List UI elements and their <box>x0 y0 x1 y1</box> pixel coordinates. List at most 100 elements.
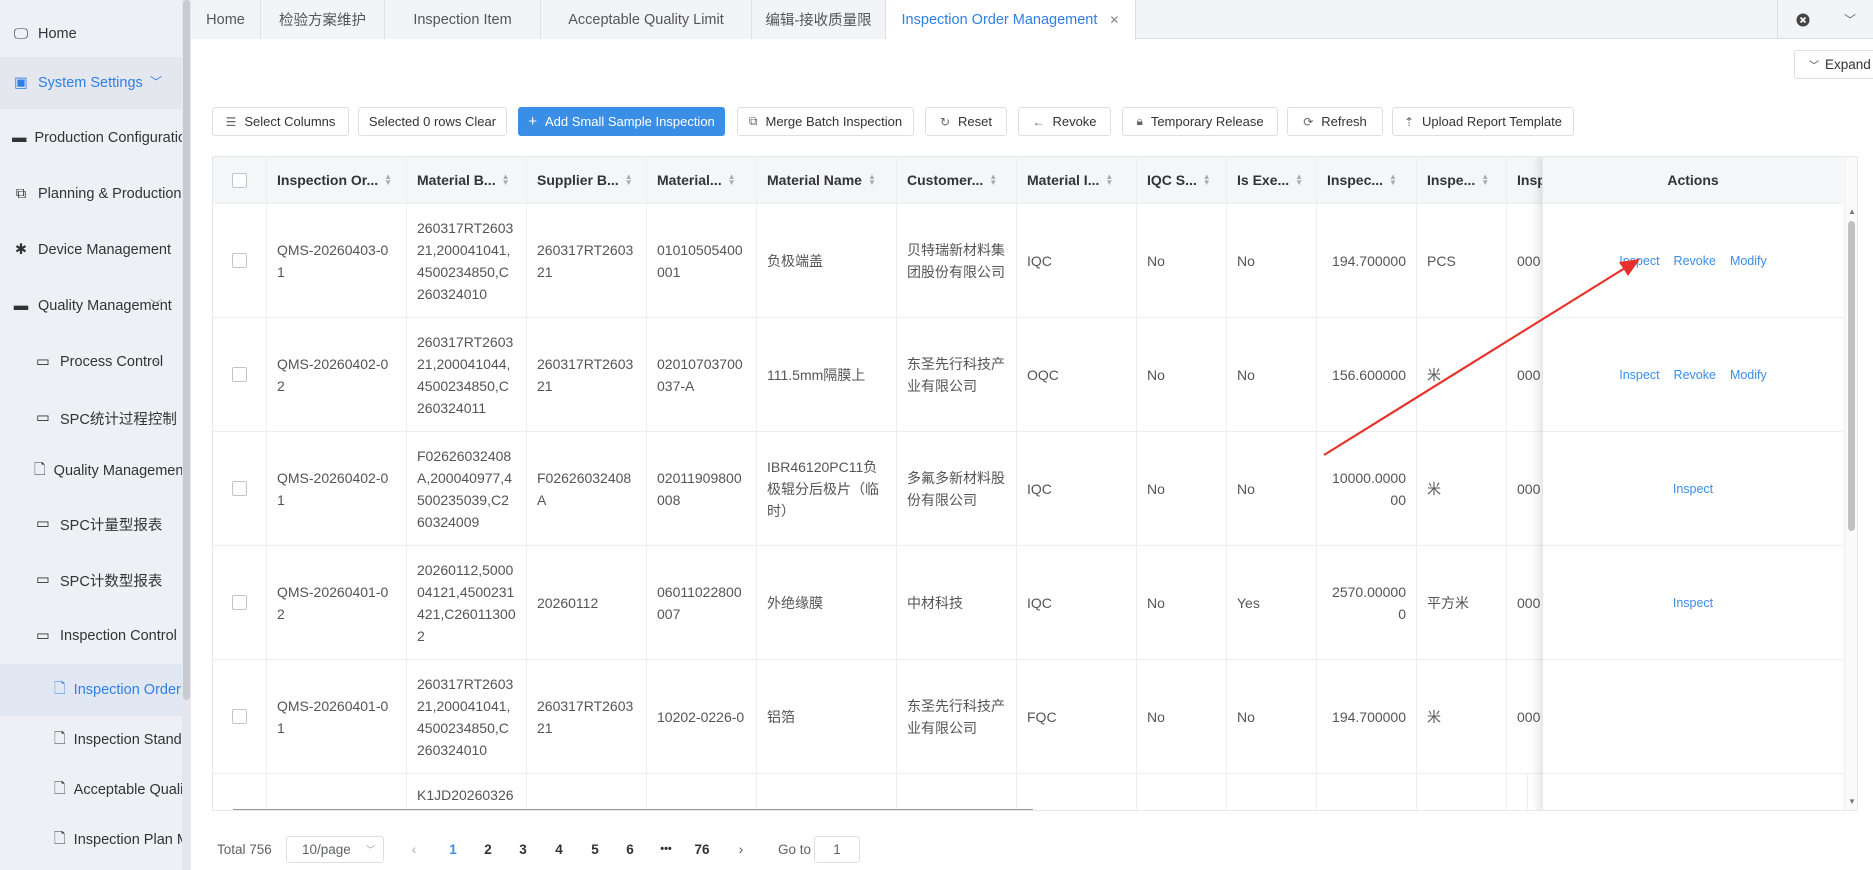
row-checkbox[interactable] <box>232 595 247 610</box>
refresh-button[interactable]: ⟳ Refresh <box>1287 107 1383 136</box>
modify-link[interactable]: Modify <box>1730 368 1767 382</box>
table-vertical-scrollbar[interactable]: ▲ ▼ <box>1844 157 1857 810</box>
close-all-tabs-button[interactable] <box>1777 0 1827 39</box>
sidebar-item-acceptable-quality[interactable]: 🗋︎ Acceptable Quality <box>0 764 182 816</box>
sort-icon[interactable]: ▲ ▼ <box>1105 173 1113 187</box>
row-checkbox[interactable] <box>232 709 247 724</box>
upload-report-template-button[interactable]: ⇡ Upload Report Template <box>1392 107 1574 136</box>
tab-inspection-plan-maintenance[interactable]: 检验方案维护 <box>261 0 385 39</box>
row-checkbox[interactable] <box>232 253 247 268</box>
sort-icon[interactable]: ▲ ▼ <box>1481 173 1489 187</box>
sidebar-item-quality-management-i[interactable]: 🗋︎ Quality Management I <box>0 445 182 497</box>
column-header[interactable]: Material... ▲ ▼ <box>647 157 757 204</box>
sidebar-item-inspection-control[interactable]: ▭ Inspection Control <box>0 610 182 662</box>
sort-icon[interactable]: ▲ ▼ <box>502 173 510 187</box>
scrollbar-thumb[interactable] <box>1848 221 1855 531</box>
column-header[interactable]: IQC S... ▲ ▼ <box>1137 157 1227 204</box>
sort-icon[interactable]: ▲ ▼ <box>625 173 633 187</box>
tab-label: 检验方案维护 <box>279 13 366 29</box>
page-1[interactable]: 1 <box>443 834 463 864</box>
sidebar-item-production-configuration[interactable]: ▬ Production Configuration <box>0 112 182 164</box>
sidebar-item-spc[interactable]: ▭ SPC计量型报表 ⌄ <box>0 498 182 550</box>
page-76[interactable]: 76 <box>691 834 713 864</box>
revoke-link[interactable]: Revoke <box>1674 254 1716 268</box>
sidebar-item-system-settings[interactable]: ▣ System Settings ﹀ <box>0 57 182 109</box>
sidebar-item-inspection-order-m[interactable]: 🗋︎ Inspection Order M <box>0 664 182 716</box>
column-header[interactable]: Customer... ▲ ▼ <box>897 157 1017 204</box>
inspect-link[interactable]: Inspect <box>1619 254 1659 268</box>
sidebar-item-spc[interactable]: ▭ SPC计数型报表 ⌄ <box>0 554 182 606</box>
tab-home[interactable]: Home <box>191 0 261 39</box>
table-cell-material-batch: F02626032408A,200040977,4500235039,C2603… <box>407 432 527 546</box>
column-header-label: Material I... <box>1027 172 1100 188</box>
temporary-release-button[interactable]: 🔒︎ Temporary Release <box>1122 107 1278 136</box>
page-4[interactable]: 4 <box>549 834 569 864</box>
sort-icon[interactable]: ▲ ▼ <box>868 173 876 187</box>
tab-acceptable-quality-limit[interactable]: Acceptable Quality Limit <box>541 0 752 39</box>
sidebar-item-spc[interactable]: ▭ SPC统计过程控制 <box>0 392 182 444</box>
scroll-up-icon[interactable]: ▲ <box>1848 207 1856 216</box>
page-2[interactable]: 2 <box>478 834 498 864</box>
sidebar-item-home[interactable]: 🖵︎ Home <box>0 8 182 60</box>
select-all-checkbox[interactable] <box>232 172 247 188</box>
page-5[interactable]: 5 <box>585 834 605 864</box>
sidebar-item-quality-management[interactable]: ▬ Quality Management ﹀ <box>0 280 182 332</box>
tab-close-icon[interactable]: ✕ <box>1109 13 1119 27</box>
sidebar-item-planning-production[interactable]: ⧉ Planning & Production <box>0 168 182 220</box>
tab-inspection-order-management[interactable]: Inspection Order Management ✕ <box>886 0 1136 40</box>
expand-button[interactable]: ﹀ Expand <box>1794 50 1873 79</box>
sort-icon[interactable]: ▲ ▼ <box>384 173 392 187</box>
column-header[interactable]: Is Exe... ▲ ▼ <box>1227 157 1317 204</box>
column-header[interactable]: Insp <box>1507 157 1547 204</box>
sidebar-item-inspection-plan-ma[interactable]: 🗋︎ Inspection Plan Ma <box>0 814 182 866</box>
row-checkbox[interactable] <box>232 481 247 496</box>
scroll-down-icon[interactable]: ▼ <box>1848 797 1856 806</box>
scrollbar-thumb[interactable] <box>183 0 190 700</box>
column-header[interactable]: Inspection Or... ▲ ▼ <box>267 157 407 204</box>
inspect-link[interactable]: Inspect <box>1673 482 1713 496</box>
column-header[interactable]: Supplier B... ▲ ▼ <box>527 157 647 204</box>
revoke-button[interactable]: ← Revoke <box>1018 107 1111 136</box>
tab-edit-aql[interactable]: 编辑-接收质量限 <box>752 0 886 39</box>
sort-icon[interactable]: ▲ ▼ <box>728 173 736 187</box>
page-3[interactable]: 3 <box>513 834 533 864</box>
column-header[interactable]: Material B... ▲ ▼ <box>407 157 527 204</box>
sidebar-item-device-management[interactable]: ✱ Device Management <box>0 224 182 276</box>
column-header[interactable]: Inspec... ▲ ▼ <box>1317 157 1417 204</box>
merge-batch-inspection-button[interactable]: ⧉ Merge Batch Inspection <box>737 107 914 136</box>
sidebar-item-process-control[interactable]: ▭ Process Control ⌄ <box>0 336 182 388</box>
table-cell-material-name: 负极端盖 <box>757 204 897 318</box>
next-page-icon[interactable]: › <box>733 834 749 864</box>
page-ellipsis[interactable]: ••• <box>654 834 678 864</box>
table-cell-qty: 10000.000000 <box>1317 432 1417 546</box>
tab-inspection-item[interactable]: Inspection Item <box>385 0 541 39</box>
column-header[interactable]: Inspe... ▲ ▼ <box>1417 157 1507 204</box>
select-columns-button[interactable]: ☰ Select Columns <box>212 107 349 136</box>
folder-icon: ▭ <box>36 628 50 644</box>
sidebar-item-inspection-standar[interactable]: 🗋︎ Inspection Standar <box>0 714 182 766</box>
column-header[interactable]: Material Name ▲ ▼ <box>757 157 897 204</box>
modify-link[interactable]: Modify <box>1730 254 1767 268</box>
sidebar-scrollbar[interactable] <box>182 0 191 870</box>
reset-button[interactable]: ↻ Reset <box>925 107 1007 136</box>
page-6[interactable]: 6 <box>620 834 640 864</box>
table-cell-iqc: No <box>1137 660 1227 774</box>
inspect-link[interactable]: Inspect <box>1619 368 1659 382</box>
sort-icon[interactable]: ▲ ▼ <box>1295 173 1303 187</box>
table-horizontal-scrollbar[interactable] <box>233 809 1033 810</box>
goto-page-input[interactable]: 1 <box>814 836 860 863</box>
selected-clear-button[interactable]: Selected 0 rows Clear <box>358 107 507 136</box>
sort-icon[interactable]: ▲ ▼ <box>989 173 997 187</box>
revoke-link[interactable]: Revoke <box>1674 368 1716 382</box>
page-size-select[interactable]: 10/page ﹀ <box>286 836 384 863</box>
sort-icon[interactable]: ▲ ▼ <box>1389 173 1397 187</box>
column-header[interactable]: Material I... ▲ ▼ <box>1017 157 1137 204</box>
table-cell-iqc <box>1137 774 1227 810</box>
close-circle-icon <box>1796 13 1809 26</box>
row-checkbox[interactable] <box>232 367 247 382</box>
prev-page-icon[interactable]: ‹ <box>406 834 422 864</box>
sort-icon[interactable]: ▲ ▼ <box>1203 173 1211 187</box>
inspect-link[interactable]: Inspect <box>1673 596 1713 610</box>
tab-more-chevron-icon[interactable]: ﹀ <box>1827 0 1873 39</box>
add-small-sample-inspection-button[interactable]: + Add Small Sample Inspection <box>518 107 725 136</box>
